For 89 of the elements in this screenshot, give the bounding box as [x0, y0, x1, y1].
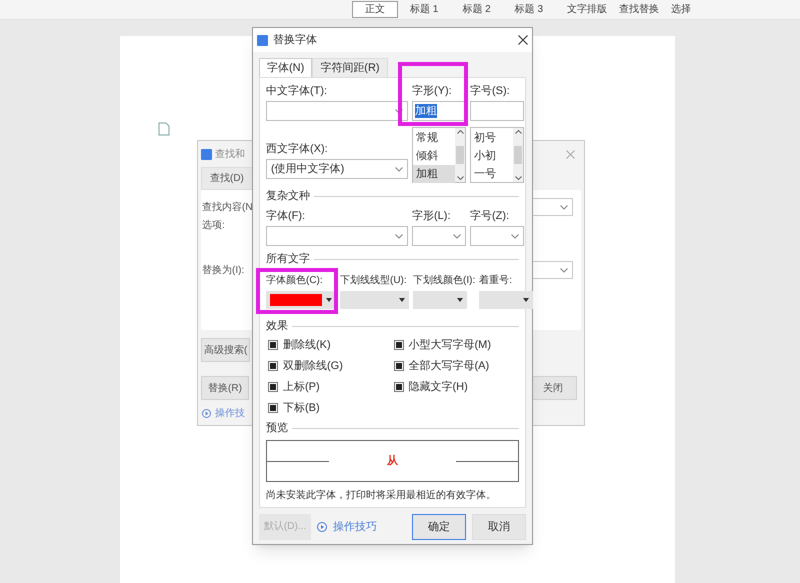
toolbar-command[interactable]: 查找替换 — [619, 2, 660, 17]
list-item[interactable]: 一号 — [471, 165, 513, 183]
field-label: 查找内容(N — [202, 200, 253, 214]
field-label: 字形(Y): — [412, 84, 453, 98]
dialog-title: 查找和 — [215, 148, 245, 162]
field-label: 西文字体(X): — [266, 142, 329, 156]
highlight-overlay — [398, 62, 468, 126]
checkbox-label: 上标(P) — [283, 380, 320, 394]
field-label: 选项: — [202, 218, 225, 233]
toolbar-command[interactable]: 文字排版 — [567, 2, 608, 17]
note-text: 尚未安装此字体，打印时将采用最相近的有效字体。 — [266, 489, 497, 503]
checkbox-label: 隐藏文字(H) — [408, 380, 468, 394]
caret-icon — [523, 298, 530, 302]
checkbox[interactable] — [268, 361, 278, 371]
field-label: 字体(F): — [266, 209, 306, 223]
dropdown[interactable] — [266, 101, 408, 121]
field-label: 字号(S): — [470, 84, 511, 98]
checkbox[interactable] — [394, 361, 404, 371]
style-option[interactable]: 正文 — [352, 1, 398, 18]
field-label: 中文字体(T): — [266, 84, 328, 98]
field-label: 字号(Z): — [470, 209, 510, 223]
list-item[interactable]: 初号 — [471, 129, 513, 147]
tips-link[interactable]: 操作技巧 — [333, 520, 377, 534]
scrollbar-thumb[interactable] — [514, 146, 522, 164]
chevron-down-icon — [395, 166, 403, 172]
dropdown[interactable]: (使用中文字体) — [266, 159, 408, 179]
dropdown[interactable] — [266, 291, 336, 309]
style-option[interactable]: 标题 2 — [450, 2, 503, 17]
chevron-down-icon — [560, 268, 568, 272]
chevron-down-icon — [395, 234, 403, 238]
section-title: 效果 — [266, 319, 288, 333]
section-title: 复杂文种 — [266, 189, 310, 203]
field-label: 着重号: — [479, 274, 513, 288]
checkbox[interactable] — [394, 382, 404, 392]
selected-text: 加粗 — [415, 104, 437, 118]
section-title: 预览 — [266, 421, 288, 435]
dropdown-value: (使用中文字体) — [271, 162, 344, 176]
app-icon — [201, 148, 212, 160]
checkbox-label: 双删除线(G) — [283, 359, 343, 373]
checkbox[interactable] — [268, 340, 278, 350]
chevron-down-icon — [560, 204, 568, 210]
chevron-up-icon — [456, 130, 464, 134]
checkbox[interactable] — [394, 340, 404, 350]
checkbox-label: 下标(B) — [283, 401, 320, 415]
checkbox-label: 全部大写字母(A) — [408, 359, 490, 373]
caret-icon — [399, 298, 405, 302]
tab[interactable]: 查找(D) — [201, 167, 253, 190]
checkbox-label: 小型大写字母(M) — [408, 338, 491, 352]
replace-button[interactable]: 替换(R) — [201, 376, 249, 400]
checkbox[interactable] — [268, 382, 278, 392]
input-field[interactable] — [470, 101, 524, 121]
scrollbar[interactable] — [455, 128, 465, 182]
preview-sample: 从 — [386, 454, 399, 468]
play-circle-icon — [317, 522, 327, 532]
list-item[interactable]: 加粗 — [413, 165, 455, 183]
chevron-up-icon — [514, 130, 522, 134]
chevron-down-icon — [453, 234, 461, 238]
list-item[interactable]: 小初 — [471, 147, 513, 165]
chevron-down-icon — [395, 108, 403, 114]
field-label: 字体颜色(C): — [266, 274, 324, 288]
field-label: 替换为(I): — [202, 264, 244, 278]
tab[interactable]: 字符间距(R) — [312, 58, 388, 77]
app-icon — [257, 34, 268, 46]
scrollbar-thumb[interactable] — [456, 146, 464, 164]
list-item[interactable]: 倾斜 — [413, 147, 455, 165]
checkbox-label: 删除线(K) — [283, 338, 331, 352]
close-icon[interactable] — [518, 35, 528, 45]
chevron-down-icon — [514, 176, 522, 180]
chevron-down-icon — [456, 176, 464, 180]
scrollbar[interactable] — [513, 128, 523, 182]
advanced-search-button[interactable]: 高级搜索( — [201, 338, 250, 362]
caret-icon — [326, 298, 332, 302]
dialog-title: 替换字体 — [273, 33, 317, 47]
style-option[interactable]: 标题 1 — [398, 2, 450, 17]
list-item[interactable]: 常规 — [413, 129, 455, 147]
field-label: 下划线颜色(I): — [413, 274, 476, 288]
tab[interactable]: 字体(N) — [259, 58, 312, 77]
play-circle-icon — [202, 409, 211, 418]
section-title: 所有文字 — [266, 252, 310, 266]
checkbox[interactable] — [268, 403, 278, 413]
field-label: 字形(L): — [412, 209, 452, 223]
document-icon — [158, 122, 170, 136]
chevron-down-icon — [511, 234, 519, 238]
style-option[interactable]: 标题 3 — [502, 2, 556, 17]
ok-button[interactable]: 确定 — [412, 514, 466, 540]
caret-icon — [457, 298, 463, 302]
field-label: 下划线线型(U): — [340, 274, 408, 288]
toolbar-command[interactable]: 选择 — [671, 2, 692, 17]
cancel-button[interactable]: 取消 — [472, 514, 526, 540]
